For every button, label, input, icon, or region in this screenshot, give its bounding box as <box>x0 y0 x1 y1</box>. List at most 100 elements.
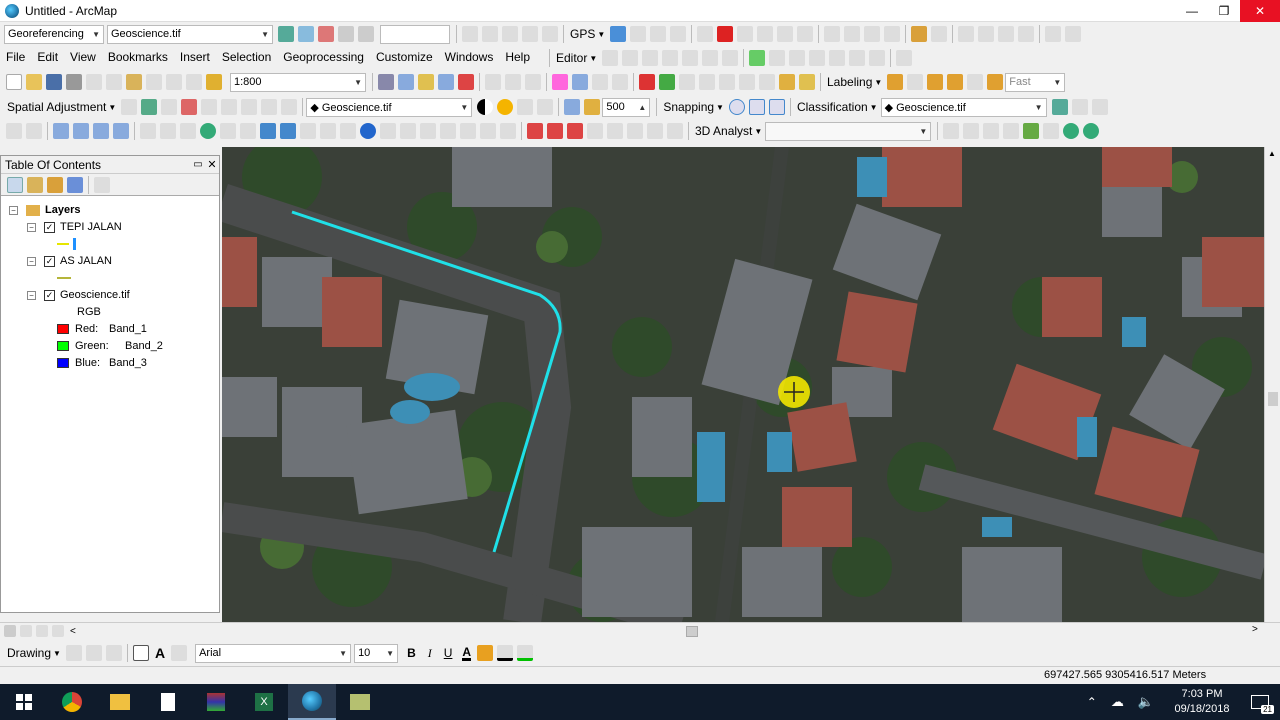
share-icon[interactable] <box>864 26 881 42</box>
select-features-icon[interactable] <box>931 26 948 42</box>
zoom-out-icon[interactable] <box>160 123 176 139</box>
sketch-tool-icon[interactable] <box>525 74 541 90</box>
cache-icon[interactable] <box>844 26 861 42</box>
tepi-jalan-symbol[interactable] <box>57 236 76 252</box>
split-icon[interactable] <box>789 50 806 66</box>
graphic-select-icon[interactable] <box>6 123 22 139</box>
measure-icon[interactable] <box>462 26 478 42</box>
polygon-tool-icon[interactable] <box>779 74 795 90</box>
trace-tool-icon[interactable] <box>682 50 699 66</box>
label-weight-icon[interactable] <box>927 74 944 90</box>
zoom-in-icon[interactable] <box>140 123 156 139</box>
drawing-menu[interactable]: Drawing ▼ <box>7 646 61 660</box>
list-by-selection-icon[interactable] <box>67 176 83 193</box>
topology-icon[interactable] <box>958 26 975 42</box>
menu-help[interactable]: Help <box>499 50 536 64</box>
steepest-path-icon[interactable] <box>963 123 980 139</box>
map-scale-select[interactable]: 1:800 ▼ <box>230 72 366 92</box>
view-link-table-icon[interactable] <box>281 99 298 115</box>
classification-layer-select[interactable]: ◆ Geoscience.tif ▼ <box>880 97 1047 117</box>
modify-link-icon[interactable] <box>161 99 178 115</box>
next-extent-icon[interactable] <box>719 74 735 90</box>
edit-tool-icon[interactable] <box>602 50 619 66</box>
lock-labels-icon[interactable] <box>947 74 964 90</box>
arcscene-icon[interactable] <box>1063 123 1080 139</box>
3d-layer-select[interactable]: ▼ <box>765 121 932 141</box>
save-icon[interactable] <box>46 74 62 90</box>
adjust-layer-select[interactable]: ◆ Geoscience.tif ▼ <box>306 97 473 117</box>
interpolate-line-icon[interactable] <box>1023 123 1040 139</box>
transparency-icon[interactable] <box>517 99 534 115</box>
spatial-adjustment-menu[interactable]: Spatial Adjustment ▼ <box>7 100 116 114</box>
refresh-view-icon[interactable] <box>36 625 48 637</box>
grid-tool-icon[interactable] <box>739 74 755 90</box>
list-by-drawing-order-icon[interactable] <box>7 176 23 193</box>
tile-icon[interactable] <box>884 26 901 42</box>
menu-selection[interactable]: Selection <box>216 50 277 64</box>
classify-icon[interactable] <box>1071 99 1088 115</box>
print-icon[interactable] <box>66 74 82 90</box>
time-slider-icon[interactable] <box>500 123 516 139</box>
catalog-window-icon[interactable] <box>418 74 434 90</box>
toc-window-icon[interactable] <box>398 74 414 90</box>
onedrive-icon[interactable]: ☁ <box>1111 694 1124 710</box>
view-unplaced-icon[interactable] <box>987 74 1004 90</box>
font-select[interactable]: Arial ▼ <box>195 643 352 663</box>
profile-graph-icon[interactable] <box>1003 123 1020 139</box>
clock[interactable]: 7:03 PM 09/18/2018 <box>1164 687 1240 717</box>
select-element-icon[interactable] <box>65 645 82 661</box>
go-to-xy-icon[interactable] <box>480 123 496 139</box>
html-popup-icon[interactable] <box>400 123 416 139</box>
snap-end-icon[interactable] <box>572 74 588 90</box>
cut-icon[interactable] <box>86 74 102 90</box>
gps-connect-icon[interactable] <box>610 26 627 42</box>
underline-button[interactable]: U <box>444 646 453 660</box>
data-view-icon[interactable] <box>20 625 32 637</box>
labeling-menu[interactable]: Labeling ▼ <box>827 75 882 89</box>
validate-icon[interactable] <box>978 26 995 42</box>
flag-icon[interactable] <box>717 26 734 42</box>
create-features-icon[interactable] <box>869 50 886 66</box>
reshape-icon[interactable] <box>749 50 766 66</box>
vertex-snap-icon[interactable] <box>768 99 785 115</box>
new-document-icon[interactable] <box>6 74 22 90</box>
arctoolbox-icon[interactable] <box>458 74 474 90</box>
snap-icon[interactable] <box>522 26 538 42</box>
rotate-icon[interactable] <box>278 26 294 42</box>
as-jalan-symbol[interactable] <box>57 270 71 286</box>
georef-layer-select[interactable]: Geoscience.tif ▼ <box>107 24 273 44</box>
georeferencing-menu[interactable]: Georeferencing ▼ <box>4 24 104 44</box>
add-data-icon[interactable] <box>206 74 222 90</box>
label-manager-icon[interactable] <box>887 74 904 90</box>
cut-polygons-icon[interactable] <box>769 50 786 66</box>
menu-windows[interactable]: Windows <box>439 50 500 64</box>
search-window-icon[interactable] <box>438 74 454 90</box>
scroll-right-icon[interactable]: > <box>1252 624 1258 635</box>
fix-icon[interactable] <box>998 26 1015 42</box>
interpolate-point-icon[interactable] <box>1043 123 1060 139</box>
bold-button[interactable]: B <box>407 646 416 660</box>
tepi-jalan-checkbox[interactable]: ✓ <box>44 221 55 233</box>
document-icon[interactable] <box>144 684 192 720</box>
toc-close-icon[interactable]: ✕ <box>205 158 219 171</box>
snap-vertex-icon[interactable] <box>592 74 608 90</box>
point-icon[interactable] <box>702 50 719 66</box>
layout-view-icon[interactable] <box>4 625 16 637</box>
publish-icon[interactable] <box>824 26 841 42</box>
area-limit-icon[interactable] <box>241 99 258 115</box>
find-icon[interactable] <box>440 123 456 139</box>
new-displacement-link-icon[interactable] <box>141 99 158 115</box>
multiple-link-icon[interactable] <box>181 99 198 115</box>
shift-icon[interactable] <box>298 26 314 42</box>
gps-log-icon[interactable] <box>630 26 647 42</box>
fence-icon[interactable] <box>759 74 775 90</box>
gps-pause-icon[interactable] <box>650 26 667 42</box>
menu-geoprocessing[interactable]: Geoprocessing <box>277 50 370 64</box>
contour-icon[interactable] <box>943 123 960 139</box>
volume-icon[interactable]: 🔈 <box>1138 694 1154 710</box>
rotate-tool-icon[interactable] <box>809 50 826 66</box>
arcmap-taskbar-icon[interactable] <box>288 684 336 720</box>
fixed-zoom-out-icon[interactable] <box>240 123 256 139</box>
editor-toolbar-icon[interactable] <box>378 74 394 90</box>
swap-icon[interactable] <box>647 123 663 139</box>
